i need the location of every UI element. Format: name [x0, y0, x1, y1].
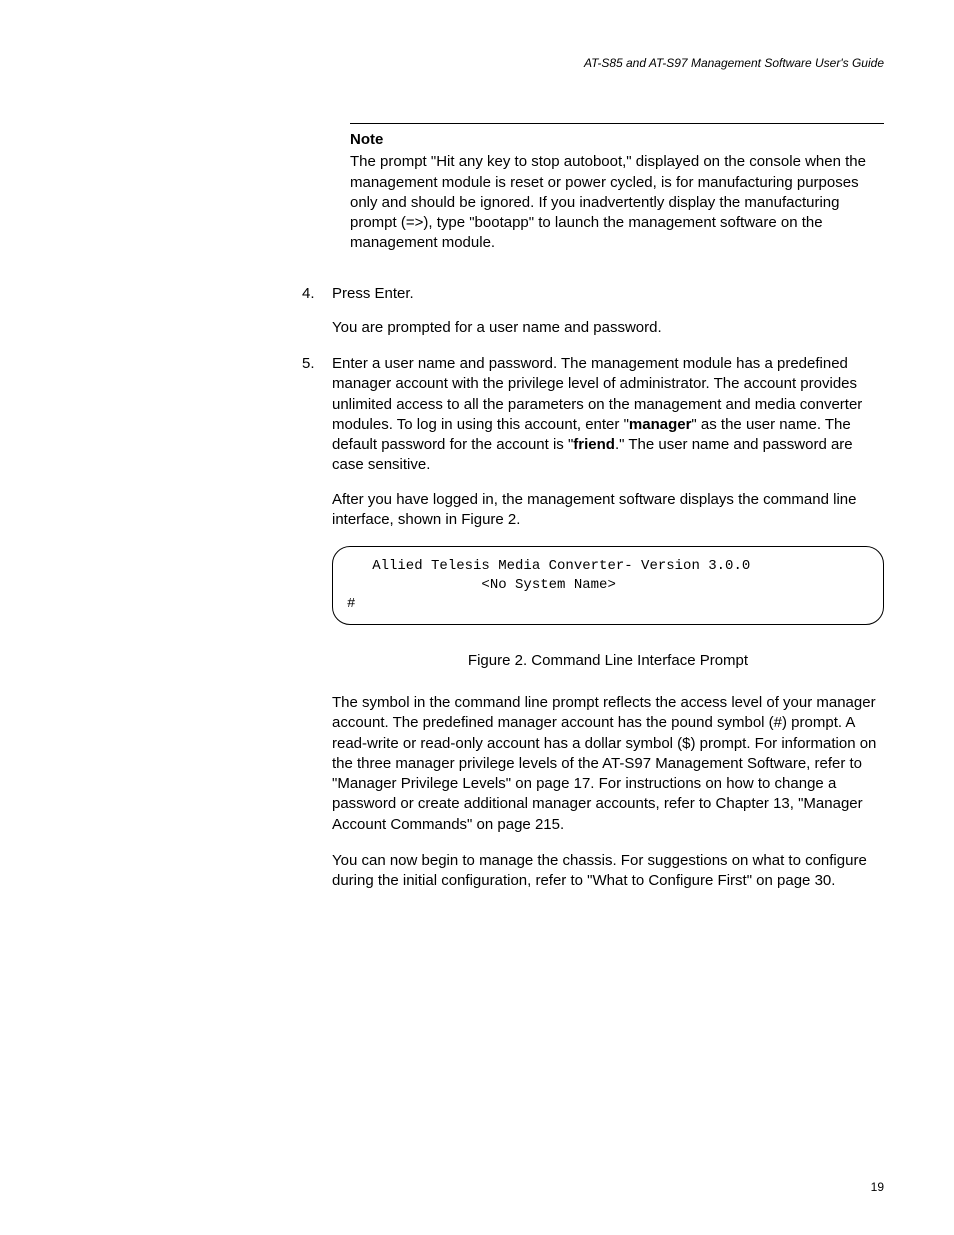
step-4-number: 4.: [302, 284, 332, 304]
paragraph-begin-manage: You can now begin to manage the chassis.…: [332, 851, 884, 892]
step-4-text: Press Enter.: [332, 284, 884, 304]
step-5-text: Enter a user name and password. The mana…: [332, 354, 884, 476]
step-4: 4. Press Enter.: [302, 284, 884, 304]
note-body: The prompt "Hit any key to stop autoboot…: [350, 152, 884, 253]
step-4-followup: You are prompted for a user name and pas…: [332, 318, 884, 338]
note-rule: [350, 123, 884, 124]
step-5-bold-manager: manager: [629, 416, 692, 433]
running-header: AT-S85 and AT-S97 Management Software Us…: [70, 55, 884, 71]
cli-line-1: Allied Telesis Media Converter- Version …: [347, 558, 750, 574]
step-5-number: 5.: [302, 354, 332, 476]
cli-frame: Allied Telesis Media Converter- Version …: [332, 546, 884, 625]
step-5: 5. Enter a user name and password. The m…: [302, 354, 884, 476]
cli-line-3: #: [347, 596, 355, 612]
cli-line-2: <No System Name>: [347, 577, 616, 593]
paragraph-prompt-symbol: The symbol in the command line prompt re…: [332, 693, 884, 835]
note-heading: Note: [350, 130, 884, 150]
note-block: Note The prompt "Hit any key to stop aut…: [350, 123, 884, 254]
step-5-followup: After you have logged in, the management…: [332, 490, 884, 531]
page-number: 19: [871, 1179, 884, 1195]
cli-figure: Allied Telesis Media Converter- Version …: [332, 546, 884, 671]
step-5-bold-friend: friend: [573, 436, 615, 453]
page: AT-S85 and AT-S97 Management Software Us…: [0, 0, 954, 1235]
figure-caption: Figure 2. Command Line Interface Prompt: [332, 651, 884, 671]
